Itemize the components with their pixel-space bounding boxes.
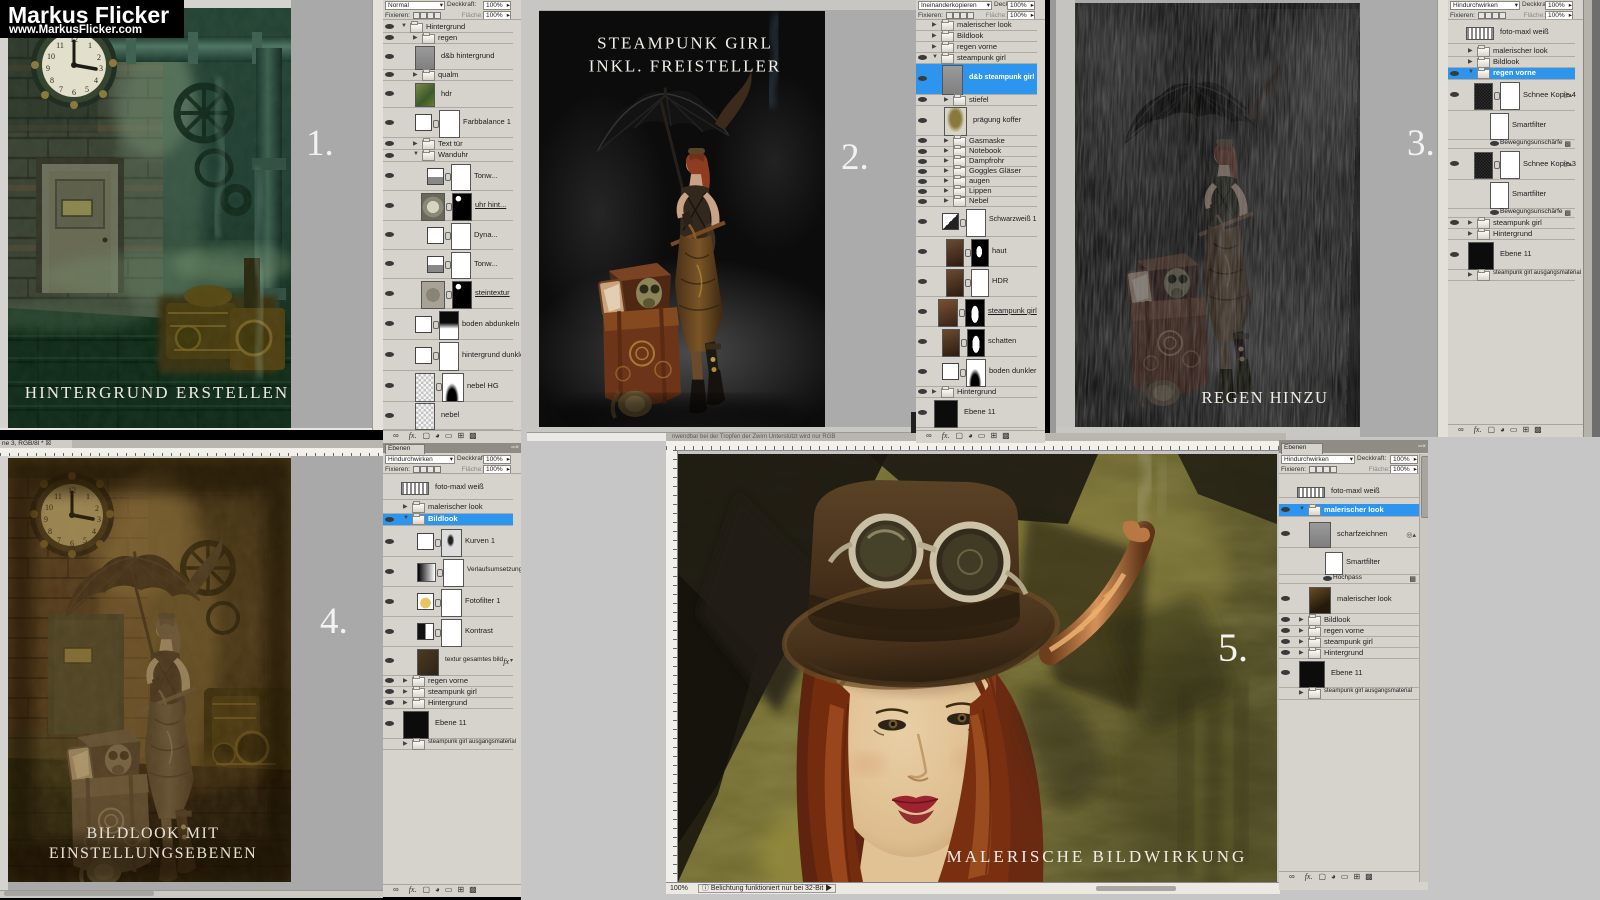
svg-text:1: 1 [88,41,92,50]
svg-text:7: 7 [59,85,63,94]
svg-text:BILDLOOK MIT: BILDLOOK MIT [86,825,219,842]
svg-text:6: 6 [72,88,76,97]
svg-text:STEAMPUNK GIRL: STEAMPUNK GIRL [597,33,773,52]
svg-text:HINTERGRUND ERSTELLEN: HINTERGRUND ERSTELLEN [25,383,289,402]
svg-text:5.: 5. [1218,625,1248,670]
svg-text:8: 8 [50,76,54,85]
svg-text:9: 9 [46,64,50,73]
svg-text:4: 4 [94,76,98,85]
svg-text:REGEN HINZU: REGEN HINZU [1202,388,1329,407]
svg-text:3: 3 [99,64,103,73]
svg-text:MALERISCHE BILDWIRKUNG: MALERISCHE BILDWIRKUNG [947,847,1248,866]
svg-text:2: 2 [97,53,101,62]
svg-text:EINSTELLUNGSEBENEN: EINSTELLUNGSEBENEN [49,845,257,862]
svg-text:5: 5 [85,85,89,94]
svg-text:INKL. FREISTELLER: INKL. FREISTELLER [589,56,782,75]
svg-text:10: 10 [47,52,55,61]
svg-text:11: 11 [56,41,64,50]
